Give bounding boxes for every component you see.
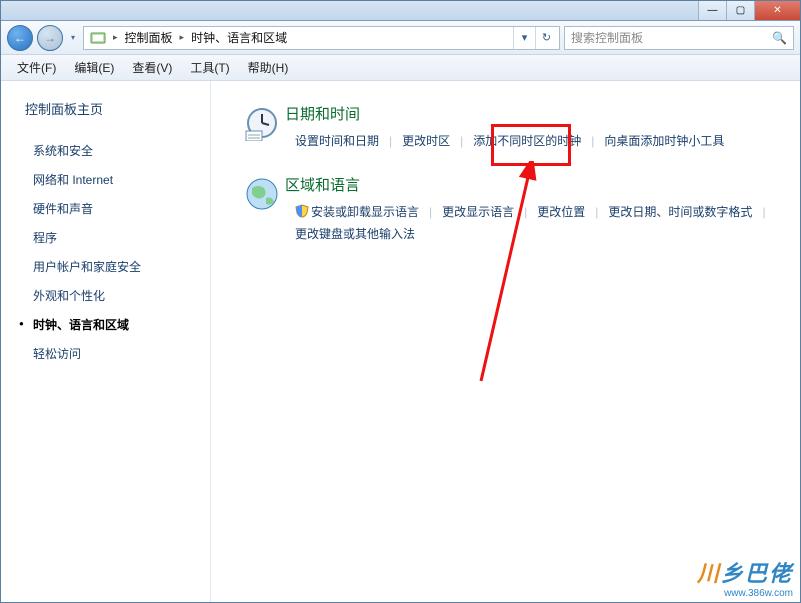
maximize-button[interactable]: ▢ (726, 1, 754, 20)
link-row: 设置时间和日期|更改时区|添加不同时区的时钟|向桌面添加时钟小工具 (285, 130, 772, 152)
link-row: 安装或卸载显示语言|更改显示语言|更改位置|更改日期、时间或数字格式|更改键盘或… (285, 201, 772, 245)
forward-button[interactable]: → (37, 25, 63, 51)
task-link[interactable]: 更改位置 (527, 201, 595, 223)
location-icon (90, 30, 106, 46)
breadcrumb-seg-2[interactable]: 时钟、语言和区域 (187, 29, 291, 46)
sidebar-item[interactable]: 用户帐户和家庭安全 (21, 252, 202, 281)
window-frame: — ▢ ✕ ← → ▾ ▸ 控制面板 ▸ 时钟、语言和区域 ▾ ↻ 搜索控制面板… (0, 0, 801, 603)
sidebar-item[interactable]: 时钟、语言和区域 (21, 310, 202, 339)
refresh-button[interactable]: ↻ (535, 27, 557, 49)
close-button[interactable]: ✕ (754, 1, 800, 20)
task-link[interactable]: 更改日期、时间或数字格式 (598, 201, 762, 223)
menu-help[interactable]: 帮助(H) (240, 56, 297, 79)
nav-history-dropdown[interactable]: ▾ (67, 26, 79, 50)
search-placeholder: 搜索控制面板 (571, 29, 643, 46)
minimize-button[interactable]: — (698, 1, 726, 20)
chevron-icon: ▸ (177, 32, 188, 43)
breadcrumb-seg-1[interactable]: 控制面板 (121, 29, 177, 46)
category-group: 日期和时间设置时间和日期|更改时区|添加不同时区的时钟|向桌面添加时钟小工具 (239, 103, 772, 152)
task-link[interactable]: 更改时区 (392, 130, 460, 152)
sidebar-item[interactable]: 网络和 Internet (21, 165, 202, 194)
task-link[interactable]: 更改键盘或其他输入法 (285, 223, 425, 245)
search-input[interactable]: 搜索控制面板 🔍 (564, 26, 794, 50)
task-link[interactable]: 添加不同时区的时钟 (463, 130, 591, 152)
menu-edit[interactable]: 编辑(E) (66, 56, 122, 79)
category-title-link[interactable]: 日期和时间 (285, 103, 772, 124)
category-group: 区域和语言安装或卸载显示语言|更改显示语言|更改位置|更改日期、时间或数字格式|… (239, 174, 772, 245)
globe-icon (239, 174, 285, 245)
body-area: 控制面板主页 系统和安全网络和 Internet硬件和声音程序用户帐户和家庭安全… (1, 81, 800, 602)
sidebar-item[interactable]: 程序 (21, 223, 202, 252)
task-link[interactable]: 更改显示语言 (432, 201, 524, 223)
category-title-link[interactable]: 区域和语言 (285, 174, 772, 195)
menu-tools[interactable]: 工具(T) (182, 56, 237, 79)
task-link[interactable]: 设置时间和日期 (285, 130, 389, 152)
sidebar-item[interactable]: 轻松访问 (21, 339, 202, 368)
sidebar: 控制面板主页 系统和安全网络和 Internet硬件和声音程序用户帐户和家庭安全… (1, 81, 211, 602)
menu-bar: 文件(F) 编辑(E) 查看(V) 工具(T) 帮助(H) (1, 55, 800, 81)
navigation-bar: ← → ▾ ▸ 控制面板 ▸ 时钟、语言和区域 ▾ ↻ 搜索控制面板 🔍 (1, 21, 800, 55)
separator: | (762, 201, 765, 223)
task-link[interactable]: 向桌面添加时钟小工具 (594, 130, 734, 152)
address-dropdown-button[interactable]: ▾ (513, 27, 535, 49)
menu-file[interactable]: 文件(F) (9, 56, 64, 79)
watermark: 川乡巴佬 www.386w.com (697, 556, 793, 599)
shield-icon (295, 204, 309, 218)
sidebar-item[interactable]: 硬件和声音 (21, 194, 202, 223)
menu-view[interactable]: 查看(V) (124, 56, 180, 79)
chevron-icon: ▸ (110, 32, 121, 43)
sidebar-item[interactable]: 系统和安全 (21, 136, 202, 165)
control-panel-home-link[interactable]: 控制面板主页 (21, 99, 202, 118)
titlebar: — ▢ ✕ (1, 1, 800, 21)
task-link[interactable]: 安装或卸载显示语言 (285, 201, 429, 223)
search-icon: 🔍 (772, 31, 787, 45)
back-button[interactable]: ← (7, 25, 33, 51)
content-pane: 日期和时间设置时间和日期|更改时区|添加不同时区的时钟|向桌面添加时钟小工具区域… (211, 81, 800, 602)
clock-icon (239, 103, 285, 152)
sidebar-item[interactable]: 外观和个性化 (21, 281, 202, 310)
address-bar[interactable]: ▸ 控制面板 ▸ 时钟、语言和区域 ▾ ↻ (83, 26, 560, 50)
